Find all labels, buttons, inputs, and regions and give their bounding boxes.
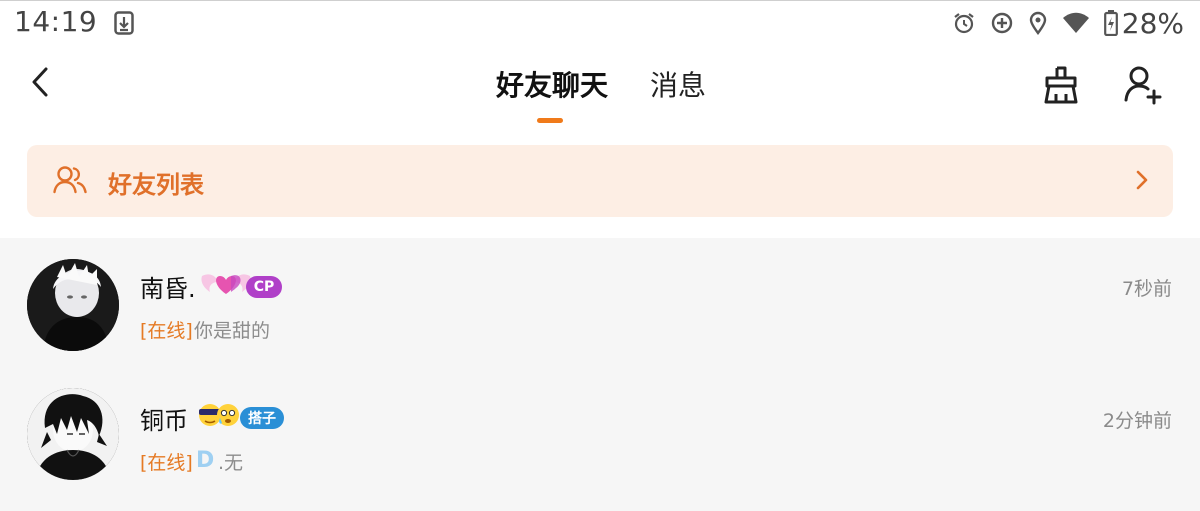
battery-icon <box>1103 10 1118 36</box>
conversation-item[interactable]: 南昏. CP 7秒前 [在线] 你是甜的 <box>0 238 1200 368</box>
avatar[interactable] <box>27 259 119 351</box>
cool-face-emoji-icon <box>196 400 242 432</box>
app-screen: 14:19 28% 好友聊天 消息 好友列表 南昏. CP 7秒前 [在线] 你… <box>0 0 1200 511</box>
tab-friend-chat[interactable]: 好友聊天 <box>496 64 608 104</box>
top-nav: 好友聊天 消息 <box>0 44 1200 134</box>
message-time: 2分钟前 <box>1102 410 1172 432</box>
back-arrow-icon <box>32 67 48 97</box>
message-preview: .无 <box>218 452 244 474</box>
download-icon <box>114 11 134 39</box>
online-status: [在线] <box>140 320 193 342</box>
online-status: [在线] <box>140 452 193 474</box>
wifi-icon <box>1062 12 1090 34</box>
status-time: 14:19 <box>14 5 98 38</box>
clean-broom-icon <box>1044 66 1078 104</box>
avatar[interactable] <box>27 388 119 480</box>
friend-list-label: 好友列表 <box>108 171 204 199</box>
tab-active-indicator <box>537 118 563 123</box>
status-icons: 28% <box>938 6 1184 40</box>
add-friend-icon <box>1124 66 1162 105</box>
message-preview: 你是甜的 <box>194 320 271 342</box>
add-friend-button[interactable] <box>1122 64 1164 106</box>
partner-badge: 搭子 <box>240 407 284 429</box>
conversation-item[interactable]: 铜币 搭子 2分钟前 [在线] D .无 <box>0 368 1200 498</box>
data-saver-icon <box>990 11 1014 35</box>
cp-badge: CP <box>246 276 282 298</box>
people-icon <box>53 165 87 199</box>
tab-messages[interactable]: 消息 <box>650 64 706 104</box>
contact-name: 南昏. <box>140 275 196 303</box>
back-button[interactable] <box>22 64 58 100</box>
clean-button[interactable] <box>1040 64 1082 106</box>
friend-list-button[interactable]: 好友列表 <box>27 145 1173 217</box>
status-bar: 14:19 28% <box>0 0 1200 44</box>
battery-percent: 28% <box>1121 6 1184 40</box>
conversation-list: 南昏. CP 7秒前 [在线] 你是甜的 铜币 搭子 2分钟前 [在线] D .… <box>0 238 1200 511</box>
chevron-right-icon <box>1135 169 1149 195</box>
location-icon <box>1028 11 1048 35</box>
preview-prefix-logo: D <box>196 448 215 473</box>
heart-wings-icon <box>200 270 252 300</box>
message-time: 7秒前 <box>1121 278 1172 300</box>
alarm-icon <box>952 11 976 35</box>
contact-name: 铜币 <box>140 407 188 435</box>
